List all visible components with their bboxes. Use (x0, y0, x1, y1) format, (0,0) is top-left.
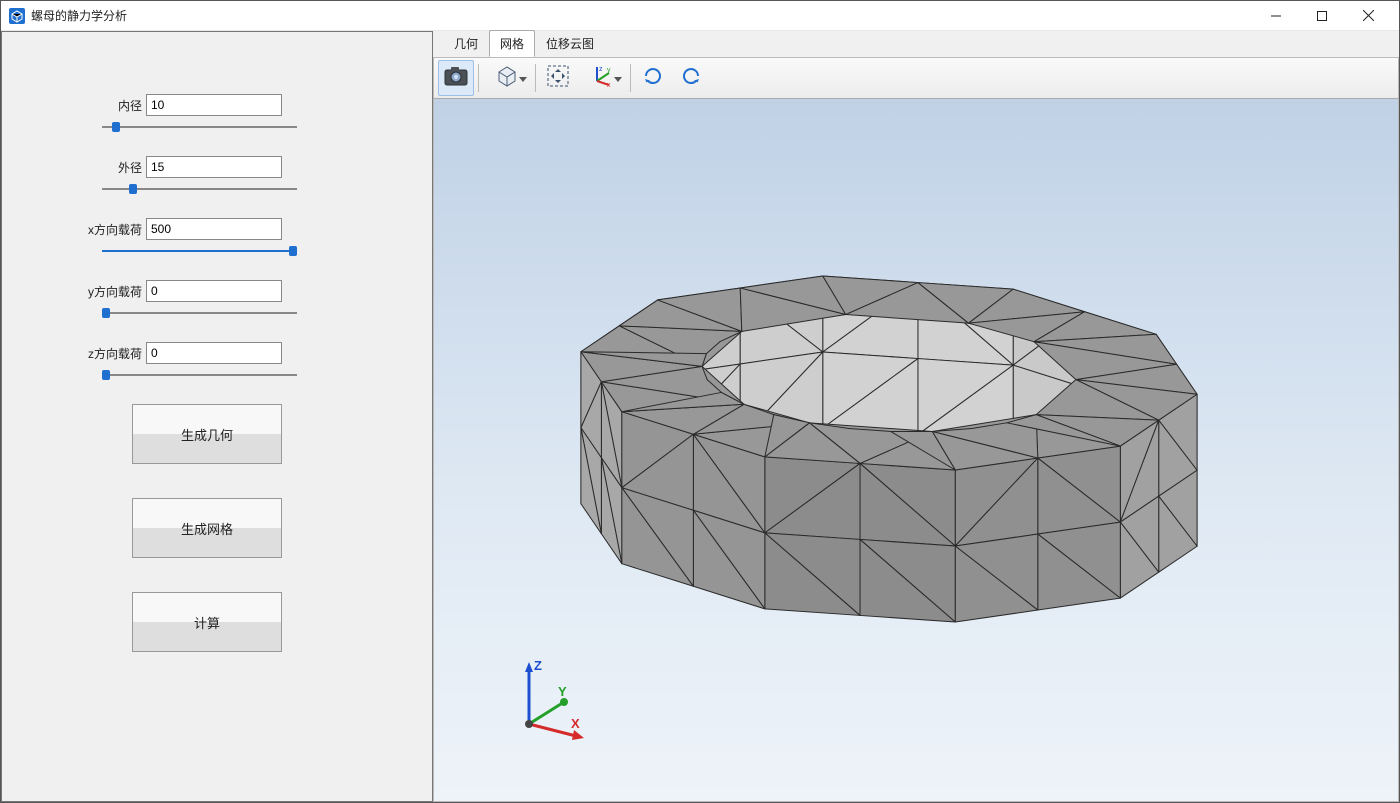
axes-triad-button[interactable]: z y x (578, 60, 626, 96)
close-button[interactable] (1345, 1, 1391, 31)
outer-radius-input[interactable] (146, 156, 282, 178)
app-icon (9, 8, 25, 24)
display-mode-button[interactable] (483, 60, 531, 96)
svg-text:Y: Y (558, 684, 567, 699)
load-x-slider[interactable] (102, 244, 297, 258)
tab-displacement[interactable]: 位移云图 (535, 30, 605, 57)
axes-icon: z y x (591, 65, 613, 92)
fit-icon (547, 65, 569, 92)
generate-geometry-button[interactable]: 生成几何 (132, 404, 282, 464)
inner-radius-input[interactable] (146, 94, 282, 116)
parameters-panel: 内径 外径 x方向载荷 y方向载荷 z方向载荷 (1, 31, 433, 802)
rotate-cw-icon (642, 65, 664, 92)
minimize-button[interactable] (1253, 1, 1299, 31)
generate-mesh-button[interactable]: 生成网格 (132, 498, 282, 558)
outer-radius-slider[interactable] (102, 182, 297, 196)
screenshot-button[interactable] (438, 60, 474, 96)
rotate-ccw-button[interactable] (673, 60, 709, 96)
svg-text:x: x (607, 82, 611, 87)
viewer-toolbar: z y x (433, 57, 1399, 99)
inner-radius-slider[interactable] (102, 120, 297, 134)
load-y-slider[interactable] (102, 306, 297, 320)
load-z-input[interactable] (146, 342, 282, 364)
load-z-label: z方向载荷 (88, 345, 142, 362)
rotate-ccw-icon (680, 65, 702, 92)
outer-radius-label: 外径 (88, 159, 142, 176)
fit-view-button[interactable] (540, 60, 576, 96)
svg-text:Z: Z (534, 658, 542, 673)
load-z-slider[interactable] (102, 368, 297, 382)
compute-button[interactable]: 计算 (132, 592, 282, 652)
cube-icon (495, 64, 519, 93)
maximize-button[interactable] (1299, 1, 1345, 31)
load-x-input[interactable] (146, 218, 282, 240)
inner-radius-label: 内径 (88, 97, 142, 114)
orientation-triad: Z Y X (504, 656, 594, 751)
view-tabs: 几何 网格 位移云图 (433, 31, 1399, 57)
svg-text:z: z (599, 66, 603, 73)
load-y-label: y方向载荷 (88, 283, 142, 300)
window-title: 螺母的静力学分析 (31, 7, 1253, 24)
tab-mesh[interactable]: 网格 (489, 30, 535, 57)
3d-viewport[interactable]: Z Y X (433, 99, 1399, 802)
rotate-cw-button[interactable] (635, 60, 671, 96)
svg-text:X: X (571, 716, 580, 731)
load-x-label: x方向载荷 (88, 221, 142, 238)
camera-icon (444, 66, 468, 91)
titlebar: 螺母的静力学分析 (1, 1, 1399, 31)
tab-geometry[interactable]: 几何 (443, 30, 489, 57)
window-controls (1253, 1, 1391, 31)
load-y-input[interactable] (146, 280, 282, 302)
chevron-down-icon (614, 77, 622, 82)
chevron-down-icon (519, 77, 527, 82)
svg-text:y: y (607, 67, 611, 74)
